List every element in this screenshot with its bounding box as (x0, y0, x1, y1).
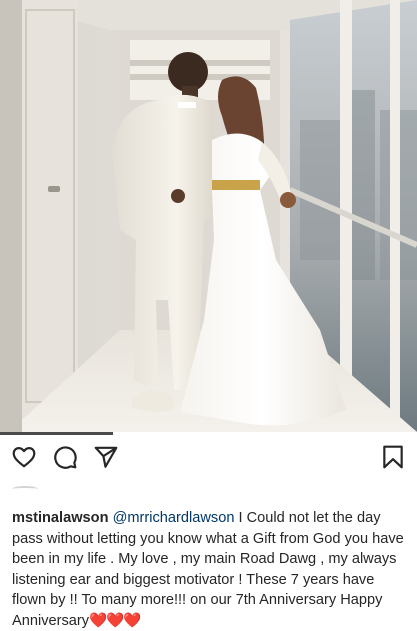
paper-plane-icon[interactable] (93, 444, 119, 470)
heart-outline-icon[interactable] (11, 444, 37, 470)
caption-heart-emojis: ❤️❤️❤️ (89, 612, 142, 629)
wedding-photo (0, 0, 417, 432)
caption-username[interactable]: mstinalawson (12, 510, 109, 526)
post-photo[interactable] (0, 0, 417, 432)
comment-bubble-icon[interactable] (52, 444, 78, 470)
bookmark-icon[interactable] (380, 444, 406, 470)
post-action-bar (0, 432, 417, 480)
caption-text: I Could not let the day pass without let… (12, 510, 404, 629)
caption-mention[interactable]: @mrrichardlawson (113, 510, 235, 526)
liked-by-avatar (12, 486, 38, 492)
post-caption: mstinalawson @mrrichardlawson I Could no… (12, 508, 408, 631)
